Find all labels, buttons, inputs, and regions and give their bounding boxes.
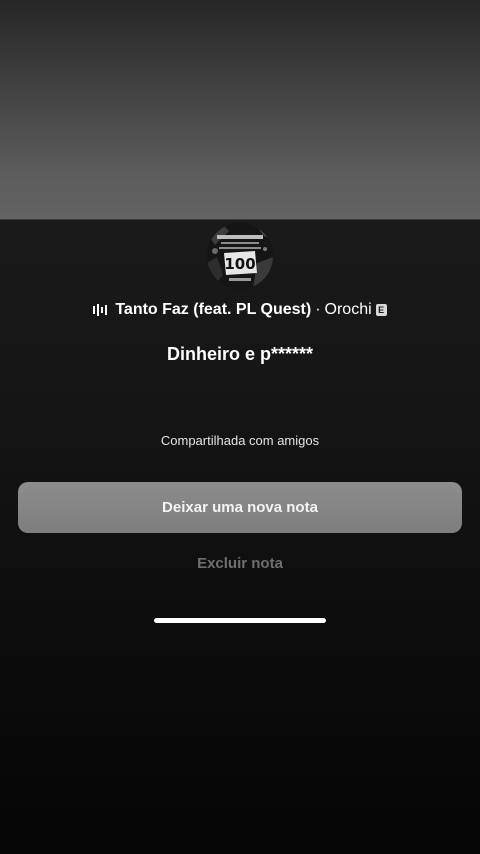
screen: 100 Tanto Faz (feat. PL Quest) · Orochi …	[0, 0, 480, 854]
explicit-icon: E	[375, 304, 387, 316]
album-cover-art: 100	[207, 223, 273, 289]
album-cover-number: 100	[224, 255, 255, 273]
note-text: Dinheiro e p******	[166, 344, 314, 364]
leave-new-note-button[interactable]: Deixar uma nova nota	[18, 482, 462, 533]
song-title: Tanto Faz (feat. PL Quest)	[115, 301, 312, 318]
album-cover: 100	[207, 223, 273, 289]
song-info[interactable]: Tanto Faz (feat. PL Quest) · Orochi E	[0, 298, 480, 322]
song-separator: ·	[315, 301, 321, 318]
home-indicator[interactable]	[154, 618, 326, 623]
equalizer-icon	[93, 304, 108, 316]
audience-label: Compartilhada com amigos	[160, 433, 320, 448]
delete-note-button[interactable]: Excluir nota	[140, 552, 340, 576]
song-artist: Orochi	[324, 301, 372, 318]
dimmed-background[interactable]	[0, 0, 480, 220]
